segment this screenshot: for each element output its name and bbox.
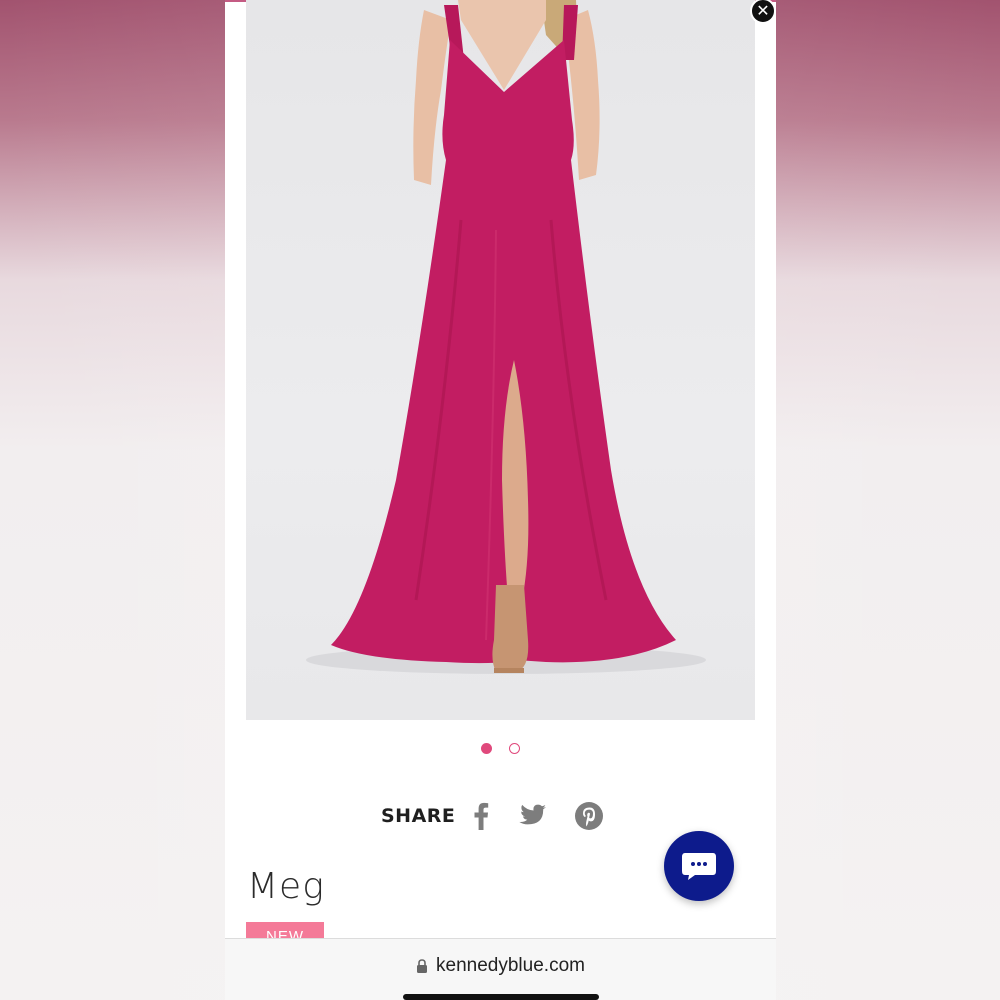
url-display[interactable]: kennedyblue.com (225, 955, 776, 977)
backdrop-right (775, 0, 1000, 1000)
close-icon: ✕ (756, 1, 770, 20)
lock-icon (416, 958, 428, 974)
carousel-indicator (225, 743, 776, 754)
home-indicator[interactable] (403, 994, 599, 1000)
product-title: Meg (247, 866, 325, 907)
dress-illustration (306, 0, 706, 674)
backdrop-left (0, 0, 225, 1000)
pinterest-icon[interactable] (575, 802, 604, 830)
carousel-dot-2[interactable] (509, 743, 520, 754)
facebook-icon[interactable] (473, 802, 489, 830)
chat-bubble-icon (682, 853, 716, 880)
twitter-icon[interactable] (517, 804, 547, 829)
carousel-dot-1[interactable] (481, 743, 492, 754)
share-label: SHARE (381, 805, 456, 827)
product-page: ✕ SHARE Meg NEW kennedyblue.com (225, 0, 776, 1000)
url-text: kennedyblue.com (436, 955, 585, 976)
close-button[interactable]: ✕ (750, 0, 776, 24)
browser-url-bar[interactable]: kennedyblue.com (225, 938, 776, 1000)
product-photo[interactable] (246, 0, 755, 720)
share-row: SHARE (381, 798, 631, 834)
chat-button[interactable] (664, 831, 734, 901)
